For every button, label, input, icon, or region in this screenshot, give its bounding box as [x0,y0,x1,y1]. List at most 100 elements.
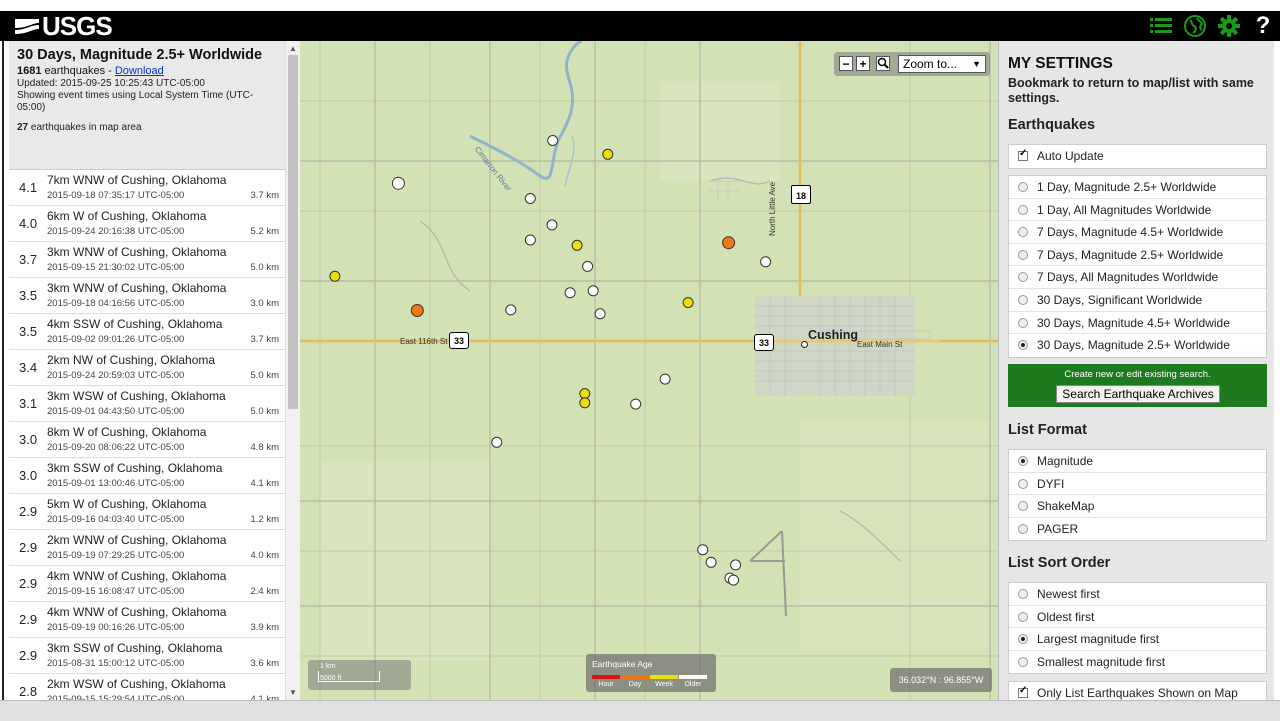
earthquake-markers[interactable] [300,41,998,700]
list-format-radio[interactable] [1018,456,1028,466]
list-format-option[interactable]: DYFI [1009,473,1266,496]
earthquake-marker[interactable] [329,270,341,282]
earthquake-marker[interactable] [594,308,606,320]
earthquake-marker[interactable] [582,260,594,272]
earthquake-marker[interactable] [682,297,694,309]
earthquake-marker[interactable] [722,236,736,250]
feed-radio[interactable] [1018,204,1028,215]
earthquake-time: 2015-09-20 08:06:22 UTC-05:00 [47,442,185,453]
earthquake-marker[interactable] [546,219,558,231]
earthquake-list-item[interactable]: 3.7 3km WNW of Cushing, Oklahoma 2015-09-1… [9,242,285,278]
earthquake-marker[interactable] [760,256,772,268]
earthquake-marker[interactable] [697,544,709,556]
scroll-down-arrow-icon[interactable]: ▼ [289,688,297,697]
earthquake-marker[interactable] [728,574,739,586]
auto-update-checkbox[interactable] [1018,148,1028,161]
globe-icon[interactable] [1178,11,1212,41]
sort-order-option[interactable]: Oldest first [1009,606,1266,629]
feed-radio[interactable] [1018,317,1028,328]
list-format-option[interactable]: ShakeMap [1009,495,1266,518]
map-view[interactable]: 33 33 18 East 116th St East Main St Nort… [300,41,998,700]
earthquake-marker[interactable] [505,304,517,316]
earthquake-list-item[interactable]: 4.1 7km WNW of Cushing, Oklahoma 2015-09-1… [9,170,285,206]
list-format-option[interactable]: PAGER [1009,518,1266,541]
earthquake-list-item[interactable]: 2.9 3km SSW of Cushing, Oklahoma 2015-08-3… [9,638,285,674]
earthquake-marker[interactable] [730,559,742,571]
sort-order-radio[interactable] [1018,589,1028,599]
earthquake-list-item[interactable]: 3.0 8km W of Cushing, Oklahoma 2015-09-20 … [9,422,285,458]
list-format-option[interactable]: Magnitude [1009,450,1266,473]
earthquake-marker[interactable] [602,148,614,160]
sort-order-radio[interactable] [1018,656,1028,667]
sort-order-option[interactable]: Smallest magnitude first [1009,651,1266,674]
feed-radio[interactable] [1018,294,1028,305]
feed-radio[interactable] [1018,249,1028,260]
search-archives-button[interactable]: Search Earthquake Archives [1056,385,1220,403]
feed-radio[interactable] [1018,227,1028,238]
feed-radio[interactable] [1018,340,1028,351]
scroll-thumb[interactable] [288,55,298,409]
help-icon[interactable]: ? [1246,11,1280,41]
sort-order-option[interactable]: Largest magnitude first [1009,628,1266,651]
only-list-checkbox[interactable] [1018,685,1028,698]
earthquake-marker[interactable] [491,436,503,448]
feed-option[interactable]: 30 Days, Magnitude 2.5+ Worldwide [1009,334,1266,357]
list-scrollbar[interactable]: ▲ ▼ [285,41,300,700]
sort-order-radio[interactable] [1018,634,1028,645]
header-icons: ? [1144,11,1280,41]
earthquake-list-item[interactable]: 2.8 2km WSW of Cushing, Oklahoma 2015-09-1… [9,674,285,700]
feed-option[interactable]: 30 Days, Significant Worldwide [1009,289,1266,312]
list-format-radio[interactable] [1018,501,1028,512]
earthquake-marker[interactable] [579,388,591,400]
earthquake-marker[interactable] [524,234,536,246]
earthquake-list-item[interactable]: 4.0 6km W of Cushing, Oklahoma 2015-09-24 … [9,206,285,242]
scroll-up-arrow-icon[interactable]: ▲ [289,44,297,53]
list-format-radio[interactable] [1018,523,1028,534]
earthquake-marker[interactable] [579,397,591,409]
earthquake-marker[interactable] [564,287,576,299]
earthquake-magnitude: 4.1 [19,180,38,195]
feed-option[interactable]: 7 Days, Magnitude 2.5+ Worldwide [1009,244,1266,267]
earthquake-marker[interactable] [705,556,717,568]
earthquake-list-item[interactable]: 3.0 3km SSW of Cushing, Oklahoma 2015-09-0… [9,458,285,494]
earthquake-magnitude: 3.7 [19,252,38,267]
zoom-to-select[interactable]: Zoom to... ▼ [898,55,986,73]
sort-order-radio[interactable] [1018,611,1028,622]
feed-option[interactable]: 7 Days, Magnitude 4.5+ Worldwide [1009,221,1266,244]
download-link[interactable]: Download [115,65,164,77]
zoom-out-button[interactable]: − [839,56,853,71]
usgs-logo[interactable]: USGS [14,11,113,41]
earthquake-list-item[interactable]: 2.9 4km WNW of Cushing, Oklahoma 2015-09-1… [9,602,285,638]
earthquake-marker[interactable] [524,193,536,204]
gear-icon[interactable] [1212,11,1246,41]
earthquake-list-item[interactable]: 3.5 3km WNW of Cushing, Oklahoma 2015-09-1… [9,278,285,314]
feed-option[interactable]: 7 Days, All Magnitudes Worldwide [1009,266,1266,289]
feed-option[interactable]: 1 Day, All Magnitudes Worldwide [1009,199,1266,222]
earthquake-marker[interactable] [659,373,671,385]
earthquake-list-item[interactable]: 3.1 3km WSW of Cushing, Oklahoma 2015-09-0… [9,386,285,422]
earthquake-time: 2015-09-15 21:30:02 UTC-05:00 [47,262,185,273]
earthquake-list-item[interactable]: 3.4 2km NW of Cushing, Oklahoma 2015-09-24… [9,350,285,386]
earthquake-marker[interactable] [410,304,424,317]
earthquake-marker[interactable] [587,285,599,297]
zoom-in-button[interactable]: + [856,56,870,71]
zoom-search-icon[interactable] [876,56,890,71]
sort-order-option[interactable]: Newest first [1009,583,1266,606]
feed-radio[interactable] [1018,182,1028,192]
list-icon[interactable] [1144,11,1178,41]
earthquake-place: 3km WNW of Cushing, Oklahoma [47,245,227,259]
earthquake-marker[interactable] [571,239,583,251]
earthquake-marker[interactable] [391,176,405,190]
earthquake-list-item[interactable]: 2.9 5km W of Cushing, Oklahoma 2015-09-16 … [9,494,285,530]
list-format-radio[interactable] [1018,478,1028,489]
feed-option[interactable]: 30 Days, Magnitude 4.5+ Worldwide [1009,312,1266,335]
earthquake-list-item[interactable]: 2.9 4km WNW of Cushing, Oklahoma 2015-09-1… [9,566,285,602]
earthquake-time: 2015-09-24 20:16:38 UTC-05:00 [47,226,185,237]
auto-update-option[interactable]: Auto Update [1009,145,1266,168]
earthquake-list-item[interactable]: 2.9 2km WNW of Cushing, Oklahoma 2015-09-1… [9,530,285,566]
earthquake-marker[interactable] [547,135,559,146]
feed-option[interactable]: 1 Day, Magnitude 2.5+ Worldwide [1009,176,1266,199]
feed-radio[interactable] [1018,272,1028,283]
earthquake-marker[interactable] [630,398,642,410]
earthquake-list-item[interactable]: 3.5 4km SSW of Cushing, Oklahoma 2015-09-0… [9,314,285,350]
